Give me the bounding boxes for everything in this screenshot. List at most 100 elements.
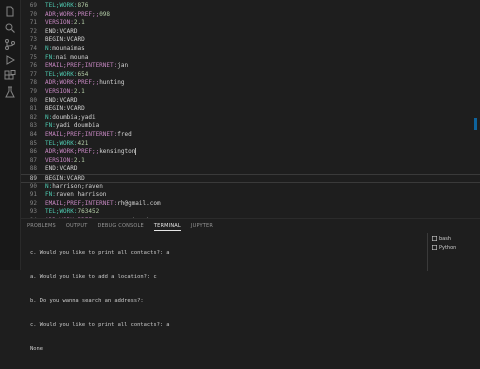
- code-line[interactable]: 84 EMAIL;PREF;INTERNET:fred: [21, 131, 480, 140]
- code-line[interactable]: 69 TEL;WORK:876: [21, 2, 480, 11]
- code-editor[interactable]: 69 TEL;WORK:876 70 ADR;WORK;PREF;;098 71 VERS…: [21, 0, 480, 218]
- code-line[interactable]: 90 N:harrison;raven: [21, 183, 480, 192]
- text-cursor: [135, 148, 137, 156]
- vcard-field-value: 421: [77, 139, 89, 147]
- terminal-line: c. Would you like to print all contacts?…: [30, 322, 170, 328]
- code-text: ADR;WORK;PREF;;098: [45, 11, 110, 20]
- run-debug-icon[interactable]: [4, 54, 16, 66]
- terminal-instance-list: bash Python: [427, 233, 480, 271]
- vcard-field-key: EMAIL;PREF;INTERNET:: [45, 131, 118, 138]
- vcard-field-value: doumbia;yadi: [52, 113, 96, 121]
- code-line[interactable]: 83 FN:yadi doumbia: [21, 122, 480, 131]
- vcard-field-key: VERSION:: [45, 19, 74, 27]
- terminal-instance-bash[interactable]: bash: [432, 235, 451, 243]
- tab-jupyter[interactable]: JUPYTER: [191, 221, 213, 231]
- code-line[interactable]: 92 EMAIL;PREF;INTERNET:rh@gmail.com: [21, 200, 480, 209]
- code-text: VERSION:2.1: [45, 88, 85, 97]
- code-line[interactable]: 89 BEGIN:VCARD: [21, 174, 480, 183]
- activity-bar: [0, 0, 21, 270]
- line-number: 71: [29, 19, 37, 27]
- vcard-field-value: 876: [77, 2, 89, 9]
- vcard-field-value: END:VCARD: [45, 96, 78, 104]
- code-line[interactable]: 88 END:VCARD: [21, 165, 480, 174]
- code-line[interactable]: 71 VERSION:2.1: [21, 19, 480, 28]
- line-number: 86: [29, 148, 37, 156]
- code-text: TEL;WORK:876: [45, 2, 88, 11]
- code-line[interactable]: 75 FN:nai mouna: [21, 54, 480, 63]
- vcard-field-key: FN:: [45, 53, 56, 61]
- code-line[interactable]: 77 TEL;WORK:654: [21, 71, 480, 80]
- testing-icon[interactable]: [4, 86, 16, 98]
- line-number: 75: [29, 53, 37, 61]
- code-text: N:doumbia;yadi: [45, 114, 96, 123]
- terminal-line: None: [30, 346, 43, 352]
- tab-output[interactable]: OUTPUT: [66, 221, 88, 231]
- code-text: FN:yadi doumbia: [45, 122, 99, 131]
- vcard-field-key: FN:: [45, 191, 56, 199]
- search-icon[interactable]: [4, 22, 16, 34]
- code-text: BEGIN:VCARD: [45, 36, 85, 45]
- vcard-field-key: TEL;WORK:: [45, 208, 78, 216]
- line-number: 93: [29, 208, 37, 216]
- tab-problems[interactable]: PROBLEMS: [27, 221, 56, 231]
- source-control-icon[interactable]: [4, 38, 16, 50]
- tab-terminal[interactable]: TERMINAL: [153, 221, 181, 231]
- code-line[interactable]: 91 FN:raven harrison: [21, 191, 480, 200]
- terminal-line: b. Do you wanna search an address?:: [30, 298, 144, 304]
- vcard-field-key: TEL;WORK:: [45, 139, 78, 147]
- code-line[interactable]: 76 EMAIL;PREF;INTERNET:jan: [21, 62, 480, 71]
- terminal-instance-python[interactable]: Python: [432, 244, 456, 252]
- vcard-field-value: kensington: [99, 148, 136, 156]
- code-line[interactable]: 78 ADR;WORK;PREF;;hunting: [21, 79, 480, 88]
- vcard-field-value: mounaimas: [52, 45, 85, 52]
- terminal-instance-label: bash: [439, 236, 452, 242]
- terminal-output[interactable]: c. Would you like to print all contacts?…: [30, 233, 425, 369]
- code-text: EMAIL;PREF;INTERNET:fred: [45, 131, 132, 140]
- vcard-field-key: FN:: [45, 122, 56, 130]
- tab-debug-console[interactable]: DEBUG CONSOLE: [97, 221, 143, 231]
- line-number: 87: [29, 156, 37, 164]
- line-number: 78: [29, 79, 37, 87]
- code-line[interactable]: 80 END:VCARD: [21, 97, 480, 106]
- code-text: FN:raven harrison: [45, 191, 106, 200]
- code-line[interactable]: 81 BEGIN:VCARD: [21, 105, 480, 114]
- line-number: 74: [29, 45, 37, 52]
- panel-tabs: PROBLEMS OUTPUT DEBUG CONSOLE TERMINAL J…: [27, 221, 213, 231]
- code-line[interactable]: 87 VERSION:2.1: [21, 157, 480, 166]
- code-line[interactable]: 72 END:VCARD: [21, 28, 480, 37]
- terminal-icon: [432, 245, 438, 251]
- code-line[interactable]: 85 TEL;WORK:421: [21, 140, 480, 149]
- vcard-field-value: 2.1: [73, 88, 85, 95]
- code-line[interactable]: 74 N:mounaimas: [21, 45, 480, 54]
- code-line[interactable]: 93 TEL;WORK:763452: [21, 208, 480, 217]
- code-text: BEGIN:VCARD: [45, 105, 85, 114]
- vcard-field-value: 654: [77, 70, 89, 78]
- line-number: 91: [29, 191, 37, 199]
- code-line[interactable]: 79 VERSION:2.1: [21, 88, 480, 97]
- code-text: TEL;WORK:763452: [45, 208, 99, 217]
- code-text: VERSION:2.1: [45, 19, 85, 28]
- vcard-field-key: VERSION:: [45, 156, 74, 164]
- line-number: 88: [29, 165, 37, 173]
- code-text: ADR;WORK;PREF;;kensington: [45, 148, 137, 157]
- vcard-field-value: BEGIN:VCARD: [45, 105, 85, 113]
- code-text: N:mounaimas: [45, 45, 85, 54]
- code-text: END:VCARD: [45, 165, 78, 174]
- line-number: 84: [29, 131, 37, 138]
- line-number: 77: [29, 70, 37, 78]
- terminal-icon: [432, 236, 438, 242]
- vcard-field-value: BEGIN:VCARD: [45, 36, 85, 44]
- vcard-field-key: ADR;WORK;PREF;;: [45, 10, 100, 18]
- code-line[interactable]: 73 BEGIN:VCARD: [21, 36, 480, 45]
- files-icon[interactable]: [4, 6, 16, 18]
- code-line[interactable]: 86 ADR;WORK;PREF;;kensington: [21, 148, 480, 157]
- code-line[interactable]: 82 N:doumbia;yadi: [21, 114, 480, 123]
- vcard-field-key: ADR;WORK;PREF;;: [45, 148, 100, 156]
- extensions-icon[interactable]: [4, 70, 16, 82]
- scrollbar-marker[interactable]: [474, 118, 477, 130]
- code-line[interactable]: 70 ADR;WORK;PREF;;098: [21, 11, 480, 20]
- vcard-field-value: raven harrison: [55, 191, 107, 199]
- code-text: EMAIL;PREF;INTERNET:rh@gmail.com: [45, 200, 161, 209]
- vcard-field-value: hunting: [99, 79, 125, 87]
- vcard-field-key: EMAIL;PREF;INTERNET:: [45, 62, 118, 70]
